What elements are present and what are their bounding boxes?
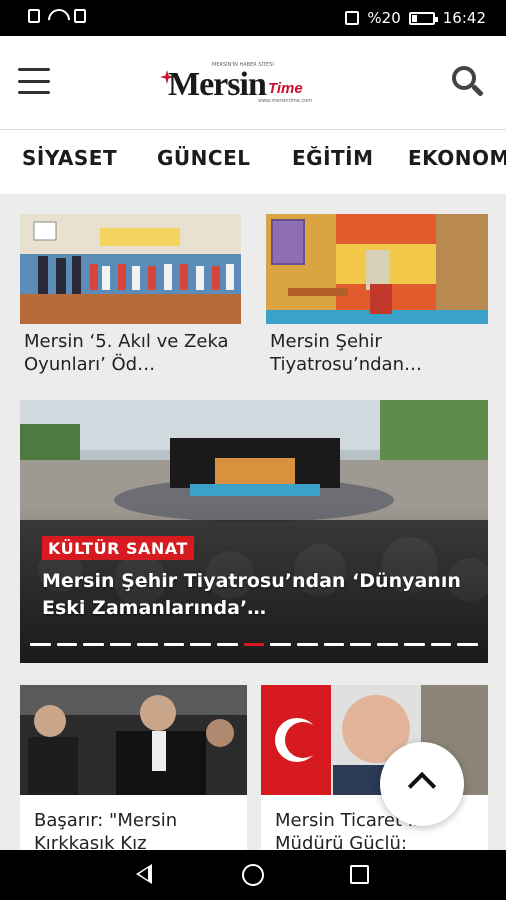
slider-dot[interactable] — [216, 643, 238, 646]
hero-image — [20, 400, 488, 663]
slider-dot[interactable] — [110, 643, 131, 646]
slider-dot[interactable] — [297, 643, 318, 646]
menu-icon[interactable] — [18, 68, 50, 94]
category-tab-ekonomi[interactable]: EKONOMİ — [408, 146, 506, 170]
site-logo[interactable]: MERSİN'İN HABER SİTESİ Mersin Time www.m… — [160, 60, 320, 110]
chevron-up-icon — [407, 771, 437, 801]
hero-title[interactable]: Mersin Şehir Tiyatrosu’ndan ‘Dünyanın Es… — [42, 568, 478, 622]
slider-indicator — [30, 643, 478, 646]
logo-url: www.mersintime.com — [258, 98, 313, 104]
category-tab-siyaset[interactable]: SİYASET — [22, 146, 117, 170]
category-tab-guncel[interactable]: GÜNCEL — [157, 146, 250, 170]
slider-dot[interactable] — [190, 643, 211, 646]
back-icon[interactable] — [136, 864, 152, 884]
slider-dot[interactable] — [56, 643, 78, 646]
slider-dot[interactable] — [350, 643, 372, 646]
news-thumbnail — [20, 685, 247, 795]
clock: 16:42 — [442, 9, 486, 27]
search-icon[interactable] — [452, 66, 486, 100]
news-title: Mersin Şehir Tiyatrosu’ndan… — [270, 331, 422, 375]
slider-dot[interactable] — [323, 643, 345, 646]
category-tab-egitim[interactable]: EĞİTİM — [292, 146, 374, 170]
hero-category-badge[interactable]: KÜLTÜR SANAT — [42, 536, 194, 560]
slider-dot[interactable] — [377, 643, 398, 646]
status-bar: %20 16:42 — [0, 0, 506, 36]
slider-dot[interactable] — [457, 643, 478, 646]
slider-dot[interactable] — [243, 643, 265, 646]
home-icon[interactable] — [242, 864, 264, 886]
news-thumbnail — [266, 214, 488, 324]
android-nav-bar — [0, 850, 506, 900]
slider-dot[interactable] — [403, 643, 425, 646]
slider-dot[interactable] — [270, 643, 292, 646]
sim-icon — [28, 9, 40, 23]
hero-slider[interactable]: KÜLTÜR SANAT Mersin Şehir Tiyatrosu’ndan… — [20, 400, 488, 663]
news-title: Mersin ‘5. Akıl ve Zeka Oyunları’ Öd… — [24, 331, 229, 375]
news-card[interactable]: Mersin ‘5. Akıl ve Zeka Oyunları’ Öd… — [20, 214, 241, 384]
news-thumbnail — [20, 214, 241, 324]
news-title: Başarır: "Mersin Kırkkaşık Kız — [34, 810, 178, 849]
slider-dot[interactable] — [136, 643, 158, 646]
nfc-icon — [74, 9, 86, 23]
recent-apps-icon[interactable] — [350, 865, 369, 884]
news-title: Mersin Ticaret İl Müdürü Güçlü: — [275, 810, 419, 849]
logo-text: Mersin — [168, 66, 267, 103]
news-card[interactable]: Başarır: "Mersin Kırkkaşık Kız — [20, 685, 247, 850]
status-left-icons — [28, 9, 86, 23]
vibrate-icon — [345, 11, 360, 25]
news-card[interactable]: Mersin Şehir Tiyatrosu’ndan… — [266, 214, 488, 384]
battery-icon — [408, 11, 438, 25]
battery-percent: %20 — [367, 9, 401, 27]
logo-accent: Time — [268, 80, 303, 97]
slider-dot[interactable] — [83, 643, 105, 646]
slider-dot[interactable] — [163, 643, 185, 646]
category-bar: SİYASET GÜNCEL EĞİTİM EKONOMİ — [0, 130, 506, 194]
slider-dot[interactable] — [30, 643, 51, 646]
status-right: %20 16:42 — [345, 9, 486, 27]
scroll-to-top-button[interactable] — [380, 742, 464, 826]
wifi-icon — [48, 9, 66, 23]
app-header: MERSİN'İN HABER SİTESİ Mersin Time www.m… — [0, 36, 506, 130]
slider-dot[interactable] — [430, 643, 452, 646]
